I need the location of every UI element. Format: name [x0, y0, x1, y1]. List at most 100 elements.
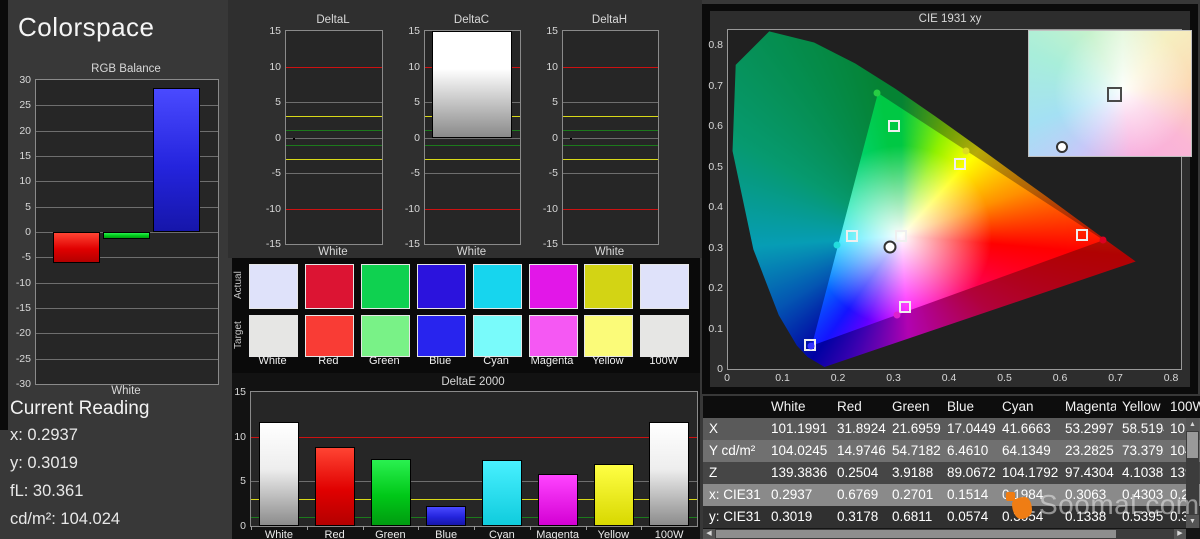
y-tick-label: 15 [390, 25, 420, 37]
table-cell: 54.7182 [886, 440, 941, 462]
swatch-column-label: White [243, 355, 302, 367]
y-tick-label: 15 [251, 25, 281, 37]
bar-100w [649, 422, 689, 526]
gridline [425, 173, 520, 174]
ref-line-red [563, 209, 658, 210]
swatch-column-label: Red [299, 355, 358, 367]
y-tick-label: 0 [251, 132, 281, 144]
swatch-actual-100w [640, 264, 689, 309]
swatch-target-yellow [584, 315, 633, 357]
y-tick-label: -10 [1, 277, 31, 289]
x-category-label: Yellow [586, 529, 642, 539]
table-header-row: WhiteRedGreenBlueCyanMagentaYellow100W [703, 396, 1200, 418]
table-header-cell [703, 396, 765, 418]
table-cell: 73.3792 [1116, 440, 1164, 462]
swatch-actual-cyan [473, 264, 522, 309]
y-tick-label: 5 [216, 475, 246, 487]
colorspace-screen: Colorspace RGB Balance -30-25-20-15-10-5… [0, 0, 1200, 539]
swatch-target-magenta [529, 315, 578, 357]
cie-actual-magenta [893, 311, 900, 318]
bar-red [53, 232, 100, 263]
cie-x-tick-label: 0 [710, 372, 744, 384]
cie-y-tick-label: 0.5 [689, 161, 723, 173]
ref-line-yellow [563, 116, 658, 117]
swatch-actual-magenta [529, 264, 578, 309]
left-edge-strip [0, 0, 8, 430]
scroll-left-icon[interactable]: ◀ [703, 529, 715, 539]
cie-target-white [895, 230, 907, 242]
cie-chart-title: CIE 1931 xy [710, 13, 1190, 25]
swatch-target-100w [640, 315, 689, 357]
cie-actual-blue [808, 342, 815, 349]
scroll-up-icon[interactable]: ▲ [1186, 418, 1199, 431]
current-reading-cdm: cd/m²: 104.024 [10, 510, 220, 538]
bar-green [371, 459, 411, 526]
scroll-right-icon[interactable]: ▶ [1174, 529, 1186, 539]
current-reading-list: x: 0.2937y: 0.3019fL: 30.361cd/m²: 104.0… [10, 426, 220, 538]
table-cell: 0.3178 [831, 506, 886, 528]
table-header-cell: Magenta [1059, 396, 1116, 418]
ref-line-green [425, 145, 520, 146]
table-cell: 14.9746 [831, 440, 886, 462]
current-reading-x: x: 0.2937 [10, 426, 220, 454]
table-cell: 104.1792 [996, 462, 1059, 484]
delta-c-chart: -15-10-5051015 [424, 30, 521, 245]
cie-actual-green [873, 90, 880, 97]
y-tick-label: 25 [1, 99, 31, 111]
rgb-balance-x-label: White [35, 385, 217, 397]
table-cell: 31.8924 [831, 418, 886, 440]
bar-white [293, 138, 295, 140]
cie-y-tick-label: 0.4 [689, 201, 723, 213]
x-category-label: Green [363, 529, 419, 539]
y-tick-label: 15 [216, 386, 246, 398]
ref-line-green [563, 130, 658, 131]
bar-blue [153, 88, 200, 232]
ref-line-yellow [286, 159, 382, 160]
table-cell: 64.1349 [996, 440, 1059, 462]
table-cell: 0.6769 [831, 484, 886, 506]
ref-line-red [286, 209, 382, 210]
y-tick-label: -10 [528, 203, 558, 215]
y-tick-label: 20 [1, 125, 31, 137]
cie-y-tick-label: 0.3 [689, 242, 723, 254]
table-row-label: Z [703, 462, 765, 484]
delta-h-x-label: White [562, 246, 657, 258]
ref-line-yellow [425, 159, 520, 160]
bar-white [570, 138, 572, 140]
table-cell: 97.4304 [1059, 462, 1116, 484]
delta-e-chart: 051015WhiteRedGreenBlueCyanMagentaYellow… [250, 391, 698, 527]
color-swatch-panel: ActualTargetWhiteRedGreenBlueCyanMagenta… [232, 258, 700, 373]
table-cell: 0.6811 [886, 506, 941, 528]
swatch-column-label: Green [355, 355, 414, 367]
gridline [425, 138, 520, 139]
y-tick-label: 0 [216, 520, 246, 532]
y-tick-label: 5 [390, 96, 420, 108]
table-row-label: X [703, 418, 765, 440]
y-tick-label: 5 [528, 96, 558, 108]
bar-green [103, 232, 150, 239]
gridline [286, 138, 382, 139]
delta-c-x-label: White [424, 246, 519, 258]
table-header-cell: Red [831, 396, 886, 418]
y-tick-label: 15 [1, 150, 31, 162]
vertical-scroll-thumb[interactable] [1187, 432, 1198, 458]
delta-h-chart: -15-10-5051015 [562, 30, 659, 245]
cie-1931-diagram: 00.10.20.30.40.50.60.70.800.10.20.30.40.… [727, 29, 1182, 370]
x-category-label: White [251, 529, 307, 539]
y-tick-label: 0 [390, 132, 420, 144]
y-tick-label: -25 [1, 353, 31, 365]
rgb-balance-chart: -30-25-20-15-10-5051015202530 [35, 79, 219, 385]
bar-white [259, 422, 299, 526]
table-cell: 89.0672 [941, 462, 996, 484]
cie-x-tick-label: 0.8 [1154, 372, 1188, 384]
horizontal-scrollbar[interactable]: ◀ ▶ [703, 529, 1186, 539]
horizontal-scroll-thumb[interactable] [716, 530, 1116, 538]
y-tick-label: -15 [528, 238, 558, 250]
watermark: Soomal.com [1006, 489, 1200, 521]
bar-yellow [594, 464, 634, 526]
x-tick-mark [641, 526, 642, 530]
table-cell: 53.2997 [1059, 418, 1116, 440]
y-tick-label: -5 [1, 251, 31, 263]
x-tick-mark [418, 526, 419, 530]
x-tick-mark [363, 526, 364, 530]
